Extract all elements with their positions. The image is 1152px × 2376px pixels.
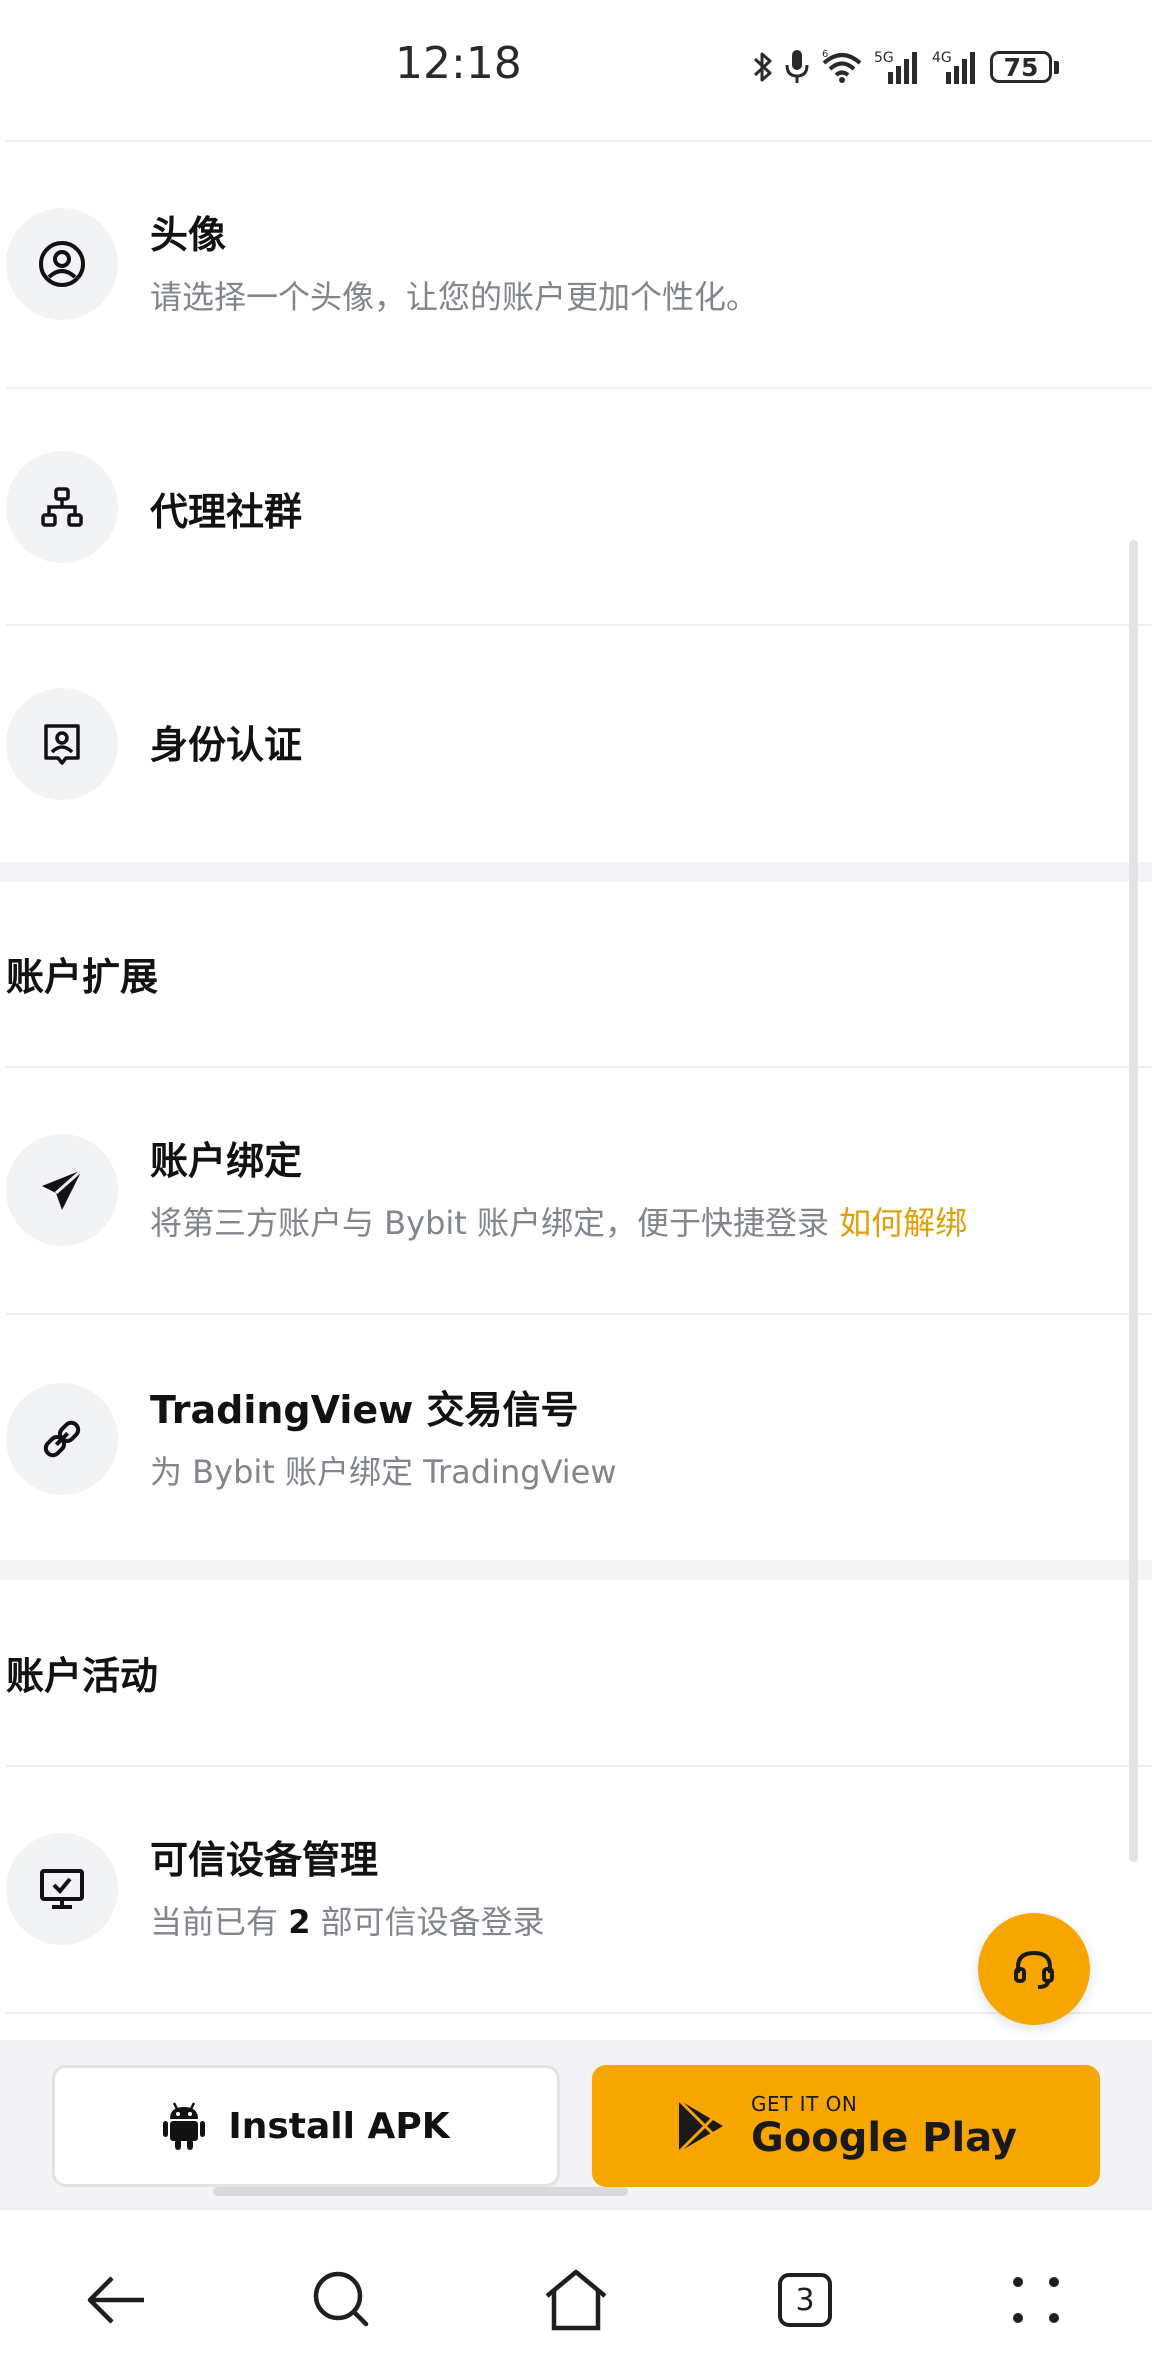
divider (6, 2012, 1152, 2014)
svg-text:5G: 5G (874, 50, 894, 66)
paper-plane-icon (6, 1134, 118, 1246)
tabs-button[interactable]: 3 (765, 2260, 845, 2340)
support-button[interactable] (978, 1913, 1090, 2025)
item-title: 头像 (150, 213, 227, 257)
search-icon (313, 2271, 369, 2327)
item-desc: 为 Bybit 账户绑定 TradingView (150, 1453, 617, 1491)
desc-text: 将第三方账户与 Bybit 账户绑定，便于快捷登录 (150, 1204, 829, 1242)
item-desc: 请选择一个头像，让您的账户更加个性化。 (150, 278, 759, 316)
tab-count: 3 (795, 2282, 815, 2318)
section-separator (0, 1560, 1152, 1580)
item-title: 身份认证 (150, 723, 303, 767)
desc-prefix: 当前已有 (150, 1903, 279, 1941)
google-play-button[interactable]: GET IT ON Google Play (592, 2065, 1100, 2187)
svg-text:4G: 4G (932, 50, 952, 66)
hierarchy-icon (6, 451, 118, 563)
section-separator (0, 862, 1152, 882)
how-to-unbind-link[interactable]: 如何解绑 (839, 1204, 967, 1242)
desc-suffix: 部可信设备登录 (320, 1903, 545, 1941)
status-bar: 12:18 6 5G 4G 75 (0, 0, 1152, 140)
bluetooth-icon (753, 52, 772, 82)
item-title: 代理社群 (150, 490, 303, 534)
section-title-activity: 账户活动 (6, 1654, 159, 1698)
menu-button[interactable] (996, 2260, 1076, 2340)
link-icon (6, 1383, 118, 1495)
home-icon (545, 2269, 607, 2331)
battery-icon: 75 (990, 51, 1059, 83)
vertical-scrollbar[interactable] (1129, 540, 1138, 1862)
install-apk-button[interactable]: Install APK (52, 2065, 560, 2187)
menu-dots-icon (1013, 2277, 1059, 2323)
account-binding-item[interactable]: 账户绑定 将第三方账户与 Bybit 账户绑定，便于快捷登录 如何解绑 (0, 1068, 1152, 1313)
avatar-icon (6, 208, 118, 320)
item-title: 账户绑定 (150, 1139, 303, 1183)
signal-4g-icon: 4G (932, 50, 975, 84)
gplay-big-label: Google Play (750, 2115, 1018, 2161)
avatar-setting-item[interactable]: 头像 请选择一个头像，让您的账户更加个性化。 (0, 142, 1152, 387)
item-desc: 当前已有 2 部可信设备登录 (150, 1897, 545, 1943)
install-apk-label: Install APK (228, 2105, 450, 2147)
horizontal-scrollbar[interactable] (213, 2187, 628, 2196)
svg-text:6: 6 (822, 49, 828, 60)
google-play-icon (677, 2098, 723, 2154)
tradingview-signal-item[interactable]: TradingView 交易信号 为 Bybit 账户绑定 TradingVie… (0, 1315, 1152, 1560)
identity-verification-item[interactable]: 身份认证 (0, 626, 1152, 862)
agent-community-item[interactable]: 代理社群 (0, 389, 1152, 624)
home-button[interactable] (536, 2260, 616, 2340)
gplay-small-label: GET IT ON (750, 2092, 858, 2116)
browser-nav-bar: 3 (0, 2208, 1152, 2376)
search-button[interactable] (302, 2260, 382, 2340)
google-play-text: GET IT ON Google Play (751, 2094, 1017, 2158)
back-button[interactable] (76, 2260, 156, 2340)
item-title: TradingView 交易信号 (150, 1388, 579, 1432)
section-title-extension: 账户扩展 (6, 955, 159, 999)
back-arrow-icon (87, 2276, 144, 2324)
monitor-check-icon (6, 1833, 118, 1945)
mic-icon (785, 50, 809, 83)
wifi-icon: 6 (822, 49, 862, 83)
status-icons: 6 5G 4G 75 (752, 44, 1059, 90)
status-time: 12:18 (395, 38, 522, 89)
tabs-icon: 3 (778, 2273, 832, 2327)
item-desc: 将第三方账户与 Bybit 账户绑定，便于快捷登录 如何解绑 (150, 1198, 967, 1244)
item-title: 可信设备管理 (150, 1838, 379, 1882)
trusted-device-count: 2 (288, 1903, 311, 1941)
battery-level: 75 (990, 51, 1052, 83)
android-icon (163, 2102, 206, 2150)
headset-icon (1014, 1950, 1054, 1989)
id-badge-icon (6, 688, 118, 800)
signal-5g-icon: 5G (874, 50, 917, 84)
